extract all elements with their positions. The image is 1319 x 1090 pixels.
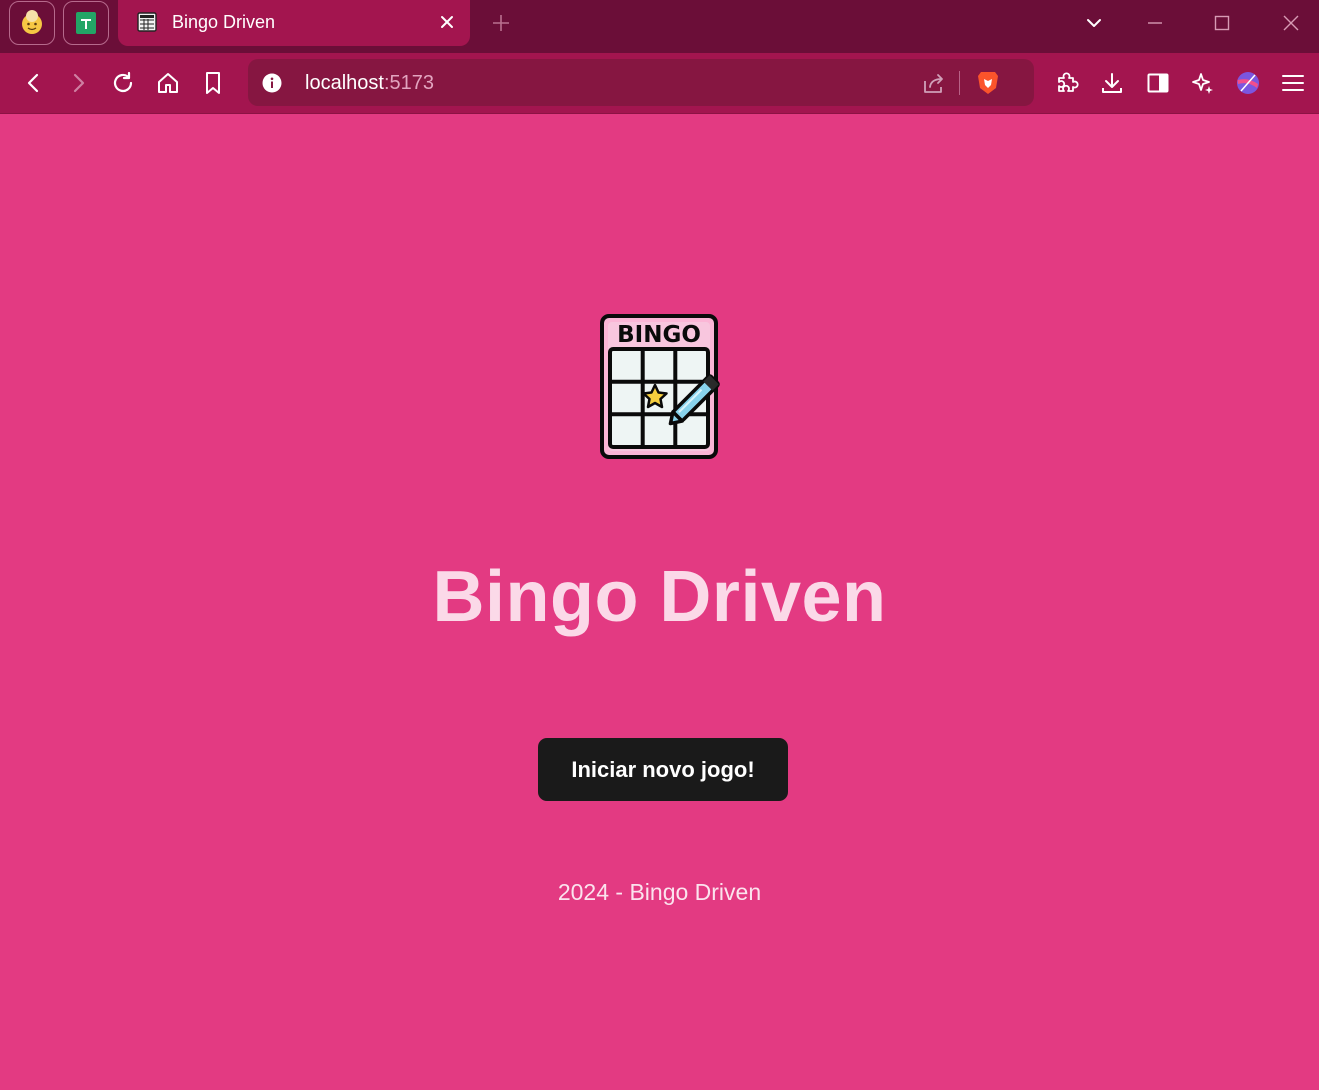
maximize-icon (1214, 15, 1230, 31)
tab-search-button[interactable] (1082, 11, 1106, 35)
arrow-right-icon (73, 73, 85, 93)
google-sheets-icon (76, 12, 96, 34)
forward-button[interactable] (65, 70, 91, 96)
tab-close-button[interactable] (436, 11, 458, 33)
close-icon (441, 16, 453, 28)
url-text[interactable]: localhost:5173 (305, 72, 434, 95)
reload-button[interactable] (110, 70, 136, 96)
download-icon (1102, 73, 1122, 93)
bingo-favicon-icon (137, 12, 157, 32)
profile-avatar-icon (22, 10, 42, 34)
browser-titlebar: Bingo Driven (0, 0, 1319, 53)
start-new-game-button[interactable]: Iniciar novo jogo! (538, 738, 788, 801)
bookmark-button[interactable] (200, 70, 226, 96)
sidebar-icon (1147, 73, 1169, 93)
plus-icon (493, 15, 509, 31)
new-tab-button[interactable] (489, 11, 513, 35)
close-window-button[interactable] (1279, 11, 1303, 35)
downloads-button[interactable] (1099, 70, 1125, 96)
leo-ai-button[interactable] (1190, 70, 1216, 96)
url-host: localhost (305, 72, 384, 94)
page-footer: 2024 - Bingo Driven (557, 879, 762, 905)
minimize-button[interactable] (1143, 11, 1167, 35)
page-title: Bingo Driven (432, 557, 887, 637)
browser-toolbar: localhost:5173 (0, 53, 1319, 114)
profile-avatar-tab[interactable] (9, 1, 55, 45)
sidebar-button[interactable] (1145, 70, 1171, 96)
share-button[interactable] (921, 70, 947, 96)
bingo-card-logo: BINGO (600, 314, 720, 459)
chevron-down-icon (1087, 19, 1101, 27)
bookmark-icon (206, 72, 220, 94)
leo-ai-icon (1192, 73, 1213, 94)
tab-bingo-driven[interactable]: Bingo Driven (118, 0, 470, 46)
home-icon (158, 73, 178, 93)
url-port: :5173 (383, 72, 434, 94)
back-button[interactable] (21, 70, 47, 96)
address-bar[interactable]: localhost:5173 (248, 59, 1034, 106)
info-icon (262, 73, 282, 93)
pinned-sheets-tab[interactable] (63, 1, 109, 45)
maximize-button[interactable] (1210, 11, 1234, 35)
brave-shields-icon (978, 72, 998, 94)
puzzle-icon (1058, 72, 1079, 92)
wallet-icon (1237, 72, 1259, 94)
logo-text: BINGO (617, 322, 701, 348)
minimize-icon (1148, 22, 1162, 24)
reload-icon (113, 71, 133, 92)
wallet-button[interactable] (1235, 70, 1261, 96)
site-info-button[interactable] (261, 72, 283, 94)
tab-title: Bingo Driven (172, 12, 276, 32)
hamburger-menu-icon (1282, 75, 1304, 91)
brave-shields-button[interactable] (975, 69, 1001, 97)
close-window-icon (1283, 15, 1299, 31)
share-icon (924, 74, 943, 93)
extensions-button[interactable] (1054, 70, 1080, 96)
home-button[interactable] (155, 70, 181, 96)
main-menu-button[interactable] (1280, 70, 1306, 96)
arrow-left-icon (27, 73, 39, 93)
address-bar-separator (959, 71, 960, 95)
